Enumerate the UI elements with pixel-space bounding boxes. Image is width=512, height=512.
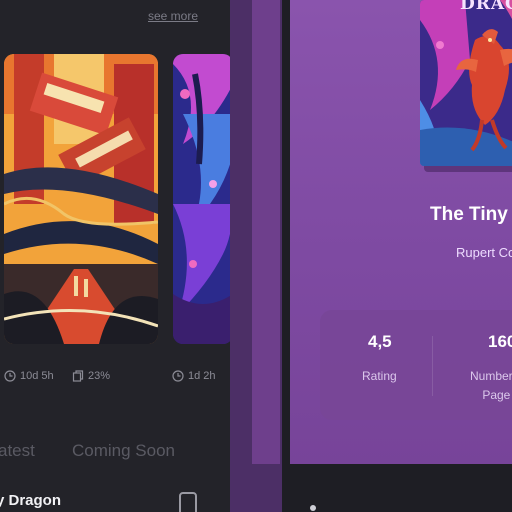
copy-icon: [72, 370, 84, 382]
book-cover-city[interactable]: [4, 54, 158, 344]
book-author: Rupert Co: [456, 245, 512, 260]
time-left-text: 10d 5h: [20, 370, 54, 382]
rating-value: 4,5: [368, 332, 392, 351]
tab-coming-soon[interactable]: Coming Soon: [72, 441, 175, 461]
city-artwork: [4, 54, 158, 344]
phone-icon[interactable]: [179, 492, 197, 512]
stats-card: 4,5 Rating 160 Number o Page: [320, 310, 512, 420]
book-detail-screen: DRAGO The Tiny Dr Rupert Co 4,5 Rating 1…: [282, 0, 512, 512]
pages-label-line-2: Page: [482, 388, 511, 402]
see-more-link[interactable]: see more: [148, 9, 198, 23]
list-item-title[interactable]: y Dragon: [0, 492, 61, 509]
pages-value: 160: [488, 332, 512, 351]
book-list-screen: see more 10d 5h 23% 1d 2h atest Coming S…: [0, 0, 230, 512]
jungle-artwork: [173, 54, 230, 344]
progress-meta: 23%: [72, 370, 110, 382]
tab-latest[interactable]: atest: [0, 441, 35, 461]
nav-dot: [310, 505, 316, 511]
time-left-text-2: 1d 2h: [188, 370, 216, 382]
pages-label: Number o Page: [470, 367, 512, 405]
stats-divider: [432, 336, 433, 396]
time-left-meta: 10d 5h: [4, 370, 54, 382]
background-strip-inner: [252, 0, 280, 464]
clock-icon: [172, 370, 184, 382]
progress-text: 23%: [88, 370, 111, 382]
pages-label-line-1: Number o: [470, 369, 512, 383]
time-left-meta-2: 1d 2h: [172, 370, 216, 382]
detail-panel: DRAGO The Tiny Dr Rupert Co 4,5 Rating 1…: [290, 0, 512, 464]
rating-label: Rating: [362, 369, 397, 383]
clock-icon: [4, 370, 16, 382]
book-cover-jungle[interactable]: [173, 54, 230, 344]
cover-title: DRAGO: [460, 0, 512, 14]
book-cover-dragon: DRAGO: [420, 0, 512, 166]
book-title: The Tiny Dr: [430, 204, 512, 225]
dragon-artwork: [420, 0, 512, 166]
